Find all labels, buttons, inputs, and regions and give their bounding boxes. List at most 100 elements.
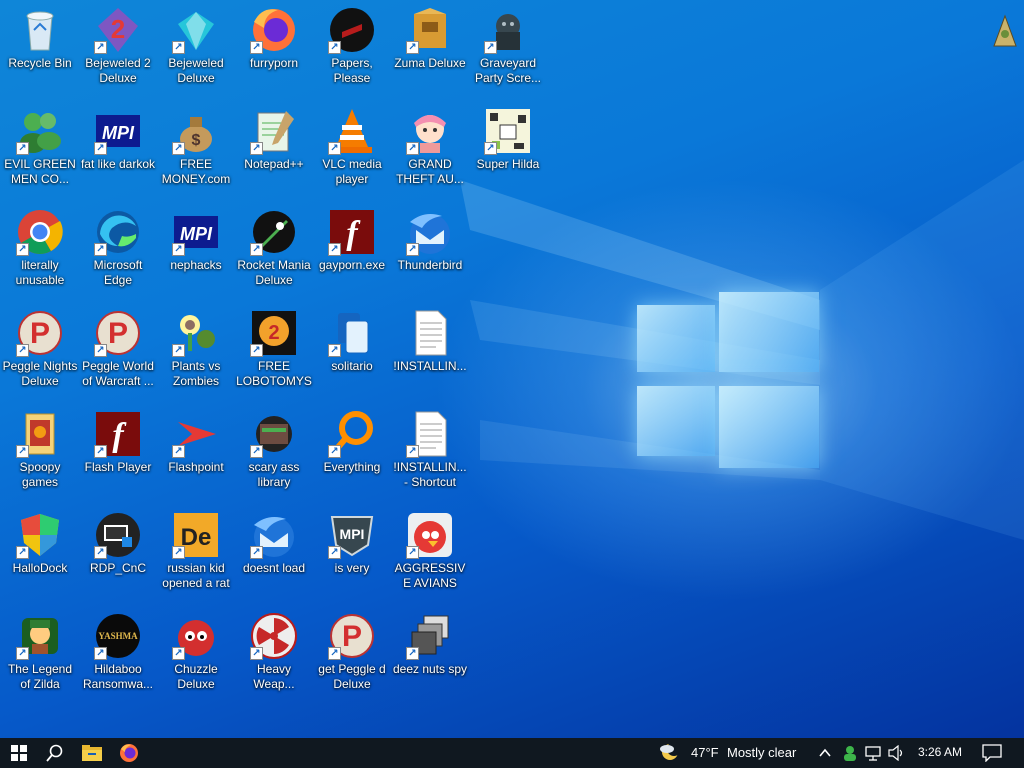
desktop-icon[interactable]: ↗ deez nuts spy — [392, 612, 468, 677]
desktop-icon[interactable]: ↗ Chuzzle Deluxe — [158, 612, 234, 692]
desktop-icon[interactable]: ↗ Bejeweled Deluxe — [158, 6, 234, 86]
desktop-icon[interactable]: ↗ Thunderbird — [392, 208, 468, 273]
desktop-icon[interactable]: ↗ Microsoft Edge — [80, 208, 156, 288]
desktop-icon[interactable]: ↗ Rocket Mania Deluxe — [236, 208, 312, 288]
bejeweled2-icon: 2 ↗ — [94, 6, 142, 54]
desktop-icon-label: Plants vs Zombies — [171, 359, 221, 388]
desktop-icon[interactable]: P ↗ Peggle World of Warcraft ... — [80, 309, 156, 389]
edge-icon: ↗ — [94, 208, 142, 256]
desktop-icon[interactable]: ↗ Everything — [314, 410, 390, 475]
desktop-icon[interactable]: ↗ The Legend of Zilda — [2, 612, 78, 692]
weather-moon-icon[interactable] — [658, 741, 684, 765]
shortcut-arrow-icon: ↗ — [172, 344, 185, 357]
shortcut-arrow-icon: ↗ — [328, 41, 341, 54]
desktop-icon-label: FREE MONEY.com — [161, 157, 231, 186]
desktop-icon[interactable]: ↗ Super Hilda — [470, 107, 546, 172]
desktop-icon[interactable]: ↗ VLC media player — [314, 107, 390, 187]
shortcut-arrow-icon: ↗ — [16, 546, 29, 559]
desktop[interactable]: Recycle Bin ↗ EVIL GREEN MEN CO... ↗ literal… — [0, 0, 1024, 738]
search-icon — [46, 744, 63, 762]
desktop-icon[interactable]: ↗ Spoopy games — [2, 410, 78, 490]
desktop-icon[interactable]: ↗ furryporn — [236, 6, 312, 71]
desktop-icon-label: Bejeweled Deluxe — [168, 56, 224, 85]
clock-time[interactable]: 3:26 AM — [918, 745, 962, 759]
show-hidden-icons-chevron-icon[interactable] — [818, 746, 832, 765]
mpi-icon: MPI ↗ — [172, 208, 220, 256]
desktop-icon[interactable]: ↗ scary ass library — [236, 410, 312, 490]
desktop-icon-label: !INSTALLIN... — [393, 359, 467, 373]
desktop-icon[interactable]: P ↗ Peggle Nights Deluxe — [2, 309, 78, 389]
desktop-icon[interactable]: MPI ↗ is very — [314, 511, 390, 576]
windows-start-icon — [11, 745, 27, 761]
solitaire-icon: ↗ — [328, 309, 376, 357]
shortcut-arrow-icon: ↗ — [172, 647, 185, 660]
weather-temperature[interactable]: 47°F — [691, 745, 719, 760]
shortcut-arrow-icon: ↗ — [94, 647, 107, 660]
desktop-icon[interactable]: Recycle Bin — [2, 6, 78, 71]
desktop-icon-label: !INSTALLIN... - Shortcut — [393, 460, 467, 489]
user-tray-icon[interactable] — [842, 744, 858, 767]
desktop-icon[interactable]: ↗ Zuma Deluxe — [392, 6, 468, 71]
shortcut-arrow-icon: ↗ — [328, 344, 341, 357]
desktop-icon[interactable]: ↗ EVIL GREEN MEN CO... — [2, 107, 78, 187]
desktop-icon[interactable]: !INSTALLIN... — [392, 309, 468, 374]
desktop-icon-label: Peggle World of Warcraft ... — [82, 359, 154, 388]
document-icon — [406, 309, 454, 357]
desktop-icon-label: FREE LOBOTOMYS — [236, 359, 312, 388]
desktop-icon[interactable]: ↗ Papers, Please — [314, 6, 390, 86]
recycle-bin-icon — [16, 6, 64, 54]
desktop-icon-label: Spoopy games — [19, 460, 61, 489]
search-button[interactable] — [36, 738, 74, 768]
desktop-icon[interactable]: ↗ doesnt load — [236, 511, 312, 576]
mpi-shield-icon: MPI ↗ — [328, 511, 376, 559]
desktop-icon[interactable]: ↗ Graveyard Party Scre... — [470, 6, 546, 86]
desktop-icon-label: AGGRESSIVE AVIANS — [394, 561, 466, 590]
firefox-icon — [120, 744, 138, 762]
network-icon[interactable] — [865, 745, 883, 766]
desktop-icon[interactable]: ↗ !INSTALLIN... - Shortcut — [392, 410, 468, 490]
start-button[interactable] — [0, 738, 38, 768]
shortcut-arrow-icon: ↗ — [94, 546, 107, 559]
desktop-icon[interactable]: f ↗ gayporn.exe — [314, 208, 390, 273]
desktop-icon[interactable]: 2 ↗ FREE LOBOTOMYS — [236, 309, 312, 389]
shortcut-arrow-icon: ↗ — [16, 445, 29, 458]
shortcut-arrow-icon: ↗ — [406, 445, 419, 458]
desktop-icon[interactable]: ↗ AGGRESSIVE AVIANS — [392, 511, 468, 591]
shortcut-arrow-icon: ↗ — [94, 142, 107, 155]
desktop-icon[interactable]: ↗ RDP_CnC — [80, 511, 156, 576]
desktop-icon[interactable]: f ↗ Flash Player — [80, 410, 156, 475]
shortcut-arrow-icon: ↗ — [484, 142, 497, 155]
desktop-icon[interactable]: De ↗ russian kid opened a rat — [158, 511, 234, 591]
desktop-icon-label: Notepad++ — [244, 157, 304, 171]
shortcut-arrow-icon: ↗ — [172, 243, 185, 256]
desktop-icon[interactable]: 2 ↗ Bejeweled 2 Deluxe — [80, 6, 156, 86]
desktop-icon-label: Papers, Please — [331, 56, 373, 85]
taskbar: 47°F Mostly clear 3:26 AM — [0, 738, 1024, 768]
volume-icon[interactable] — [888, 744, 906, 766]
firefox-icon: ↗ — [250, 6, 298, 54]
desktop-icon[interactable]: ↗ HalloDock — [2, 511, 78, 576]
shortcut-arrow-icon: ↗ — [172, 41, 185, 54]
firefox-taskbar-button[interactable] — [110, 738, 148, 768]
file-explorer-button[interactable] — [73, 738, 111, 768]
desktop-icon[interactable]: ↗ Flashpoint — [158, 410, 234, 475]
flash-icon: f ↗ — [328, 208, 376, 256]
desktop-icon[interactable]: P ↗ get Peggle d Deluxe — [314, 612, 390, 692]
desktop-icon[interactable]: $ ↗ FREE MONEY.com — [158, 107, 234, 187]
pinned-gadget-icon[interactable] — [992, 14, 1018, 48]
desktop-icon-label: gayporn.exe — [318, 258, 386, 272]
desktop-icon[interactable]: ↗ Heavy Weap... — [236, 612, 312, 692]
desktop-icon[interactable]: ↗ Plants vs Zombies — [158, 309, 234, 389]
desktop-icon[interactable]: MPI ↗ nephacks — [158, 208, 234, 273]
desktop-icon[interactable]: ↗ solitario — [314, 309, 390, 374]
svg-text:P: P — [108, 317, 128, 350]
desktop-icon[interactable]: ↗ GRAND THEFT AU... — [392, 107, 468, 187]
desktop-icon[interactable]: YASHMA ↗ Hildaboo Ransomwa... — [80, 612, 156, 692]
weather-condition[interactable]: Mostly clear — [727, 745, 796, 760]
notification-center-icon[interactable] — [982, 744, 1002, 767]
shortcut-arrow-icon: ↗ — [94, 344, 107, 357]
desktop-icon[interactable]: ↗ literally unusable — [2, 208, 78, 288]
desktop-icon[interactable]: MPI ↗ fat like darkok — [80, 107, 156, 172]
zuma-icon: ↗ — [406, 6, 454, 54]
desktop-icon[interactable]: ↗ Notepad++ — [236, 107, 312, 172]
